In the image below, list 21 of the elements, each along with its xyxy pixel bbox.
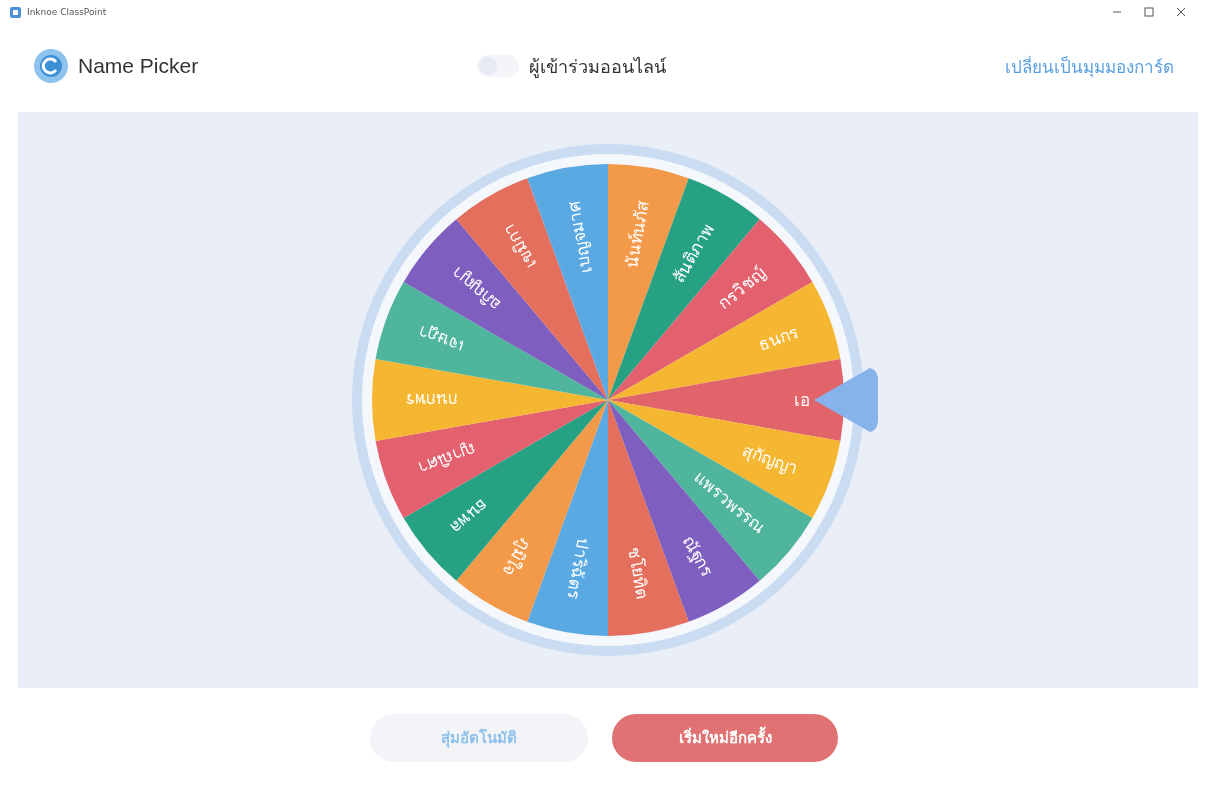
- online-toggle[interactable]: [477, 55, 520, 77]
- student-name: กนกพร: [406, 390, 458, 410]
- student-name: เอ: [794, 390, 810, 410]
- pointer-icon: [814, 368, 878, 432]
- student-name: เจษฎา: [414, 321, 467, 357]
- student-name: เบญจมาศ: [563, 199, 596, 275]
- window-title: Inknoe ClassPoint: [27, 7, 107, 17]
- student-name: สุกัญญา: [739, 439, 802, 479]
- app-icon: [10, 6, 21, 18]
- student-name: ธนกร: [755, 321, 802, 355]
- student-name: นันท์นภัส: [621, 199, 653, 270]
- app-title: Name Picker: [78, 54, 199, 78]
- maximize-icon[interactable]: [1144, 7, 1154, 17]
- logo-icon: [34, 49, 68, 83]
- student-name: ชโยทิต: [624, 545, 653, 601]
- close-icon[interactable]: [1176, 7, 1186, 17]
- restart-button[interactable]: เริ่มใหม่อีกครั้ง: [612, 714, 838, 762]
- student-name: ปาริฉัตร: [563, 536, 594, 601]
- card-view-link[interactable]: เปลี่ยนเป็นมุมมองการ์ด: [1005, 52, 1174, 80]
- toggle-label: ผู้เข้าร่วมออนไลน์: [529, 54, 667, 80]
- auto-pick-button[interactable]: สุ่มอัตโนมัติ: [370, 714, 588, 762]
